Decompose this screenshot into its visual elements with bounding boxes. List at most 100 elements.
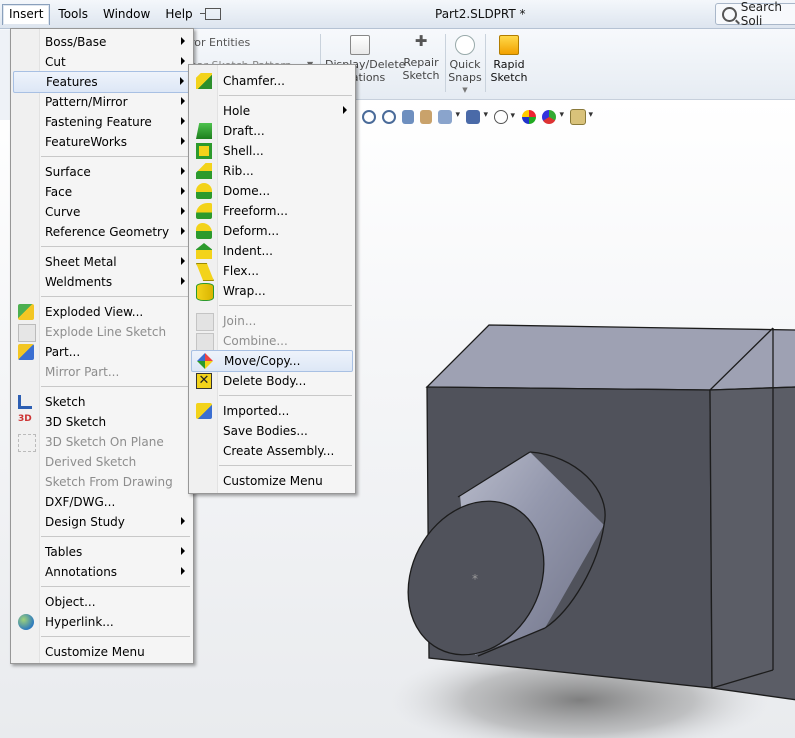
menu-item-save-bodies[interactable]: Save Bodies... — [191, 421, 353, 441]
submenu-arrow-icon — [181, 207, 185, 215]
menu-item-boss-base[interactable]: Boss/Base — [13, 32, 191, 52]
menu-item-curve[interactable]: Curve — [13, 202, 191, 222]
draft-icon — [196, 123, 212, 139]
join-icon — [196, 313, 214, 331]
menu-item-label: 3D Sketch On Plane — [45, 435, 164, 449]
menu-item-draft[interactable]: Draft... — [191, 121, 353, 141]
menu-item-label: Join... — [223, 314, 257, 328]
menu-item-sheet-metal[interactable]: Sheet Metal — [13, 252, 191, 272]
menu-item-sketch[interactable]: Sketch — [13, 392, 191, 412]
menu-item-exploded-view[interactable]: Exploded View... — [13, 302, 191, 322]
menu-item-customize-menu[interactable]: Customize Menu — [191, 471, 353, 491]
menu-item-delete-body[interactable]: ✕ Delete Body... — [191, 371, 353, 391]
menu-item-features[interactable]: Features — [13, 71, 191, 93]
menu-help[interactable]: Help — [158, 4, 199, 24]
menu-tools[interactable]: Tools — [51, 4, 95, 24]
menu-item-dome[interactable]: Dome... — [191, 181, 353, 201]
search-box[interactable]: Search Soli — [715, 0, 795, 28]
combine-icon — [196, 333, 214, 351]
insert-menu: Boss/Base Cut Features Pattern/Mirror Fa… — [10, 28, 194, 664]
menu-item-explode-line-sketch[interactable]: Explode Line Sketch — [13, 322, 191, 342]
menu-item-combine[interactable]: Combine... — [191, 331, 353, 351]
zoom-to-area-icon[interactable] — [382, 110, 396, 124]
menu-item-pattern-mirror[interactable]: Pattern/Mirror — [13, 92, 191, 112]
menu-separator — [219, 305, 352, 306]
menu-window[interactable]: Window — [96, 4, 157, 24]
menu-item-wrap[interactable]: Wrap... — [191, 281, 353, 301]
flex-icon — [196, 263, 214, 281]
view-orientation-icon[interactable] — [438, 110, 460, 124]
hide-show-items-icon[interactable] — [494, 110, 515, 124]
menu-item-indent[interactable]: Indent... — [191, 241, 353, 261]
menu-item-dxf-dwg[interactable]: DXF/DWG... — [13, 492, 191, 512]
section-view-icon[interactable] — [420, 110, 432, 124]
menu-item-face[interactable]: Face — [13, 182, 191, 202]
zoom-to-fit-icon[interactable] — [362, 110, 376, 124]
relations-icon — [350, 35, 370, 55]
menu-item-hole[interactable]: Hole — [191, 101, 353, 121]
pin-icon[interactable] — [199, 8, 221, 20]
menu-item-create-assembly[interactable]: Create Assembly... — [191, 441, 353, 461]
edit-appearance-icon[interactable] — [522, 110, 536, 124]
menu-item-3d-sketch[interactable]: 3D 3D Sketch — [13, 412, 191, 432]
display-style-icon[interactable] — [466, 110, 488, 124]
features-submenu: Chamfer... Hole Draft... Shell... Rib...… — [188, 64, 356, 494]
menu-item-shell[interactable]: Shell... — [191, 141, 353, 161]
menu-item-cut[interactable]: Cut — [13, 52, 191, 72]
menu-item-mirror-part[interactable]: Mirror Part... — [13, 362, 191, 382]
previous-view-icon[interactable] — [402, 110, 414, 124]
menu-item-hyperlink[interactable]: Hyperlink... — [13, 612, 191, 632]
menu-separator — [219, 95, 352, 96]
heads-up-view-toolbar — [362, 108, 593, 126]
menu-item-part[interactable]: Part... — [13, 342, 191, 362]
menu-item-freeform[interactable]: Freeform... — [191, 201, 353, 221]
menu-item-label: Indent... — [223, 244, 273, 258]
menu-item-sketch-from-drawing[interactable]: Sketch From Drawing — [13, 472, 191, 492]
apply-scene-icon[interactable] — [542, 110, 564, 124]
menu-item-design-study[interactable]: Design Study — [13, 512, 191, 532]
origin-marker: * — [472, 572, 478, 586]
menu-item-label: Object... — [45, 595, 96, 609]
menu-item-label: Sheet Metal — [45, 255, 117, 269]
chamfer-icon — [196, 73, 212, 89]
quick-snaps-button[interactable]: Quick Snaps ▼ — [448, 35, 482, 97]
toolbar-separator — [485, 34, 486, 92]
menu-item-label: Exploded View... — [45, 305, 144, 319]
repair-sketch-button[interactable]: ✚ Repair Sketch — [400, 34, 442, 83]
submenu-arrow-icon — [181, 97, 185, 105]
menu-separator — [41, 636, 190, 637]
menu-item-tables[interactable]: Tables — [13, 542, 191, 562]
dropdown-caret-icon[interactable]: ▼ — [448, 84, 482, 97]
globe-icon — [18, 614, 34, 630]
shell-icon — [196, 143, 212, 159]
menu-item-object[interactable]: Object... — [13, 592, 191, 612]
menu-item-rib[interactable]: Rib... — [191, 161, 353, 181]
menu-item-weldments[interactable]: Weldments — [13, 272, 191, 292]
menu-item-label: Customize Menu — [223, 474, 323, 488]
menu-item-label: Surface — [45, 165, 91, 179]
rapid-sketch-button[interactable]: Rapid Sketch — [488, 35, 530, 84]
view-settings-icon[interactable] — [570, 109, 593, 125]
submenu-arrow-icon — [181, 187, 185, 195]
sketch-icon — [18, 395, 32, 409]
menu-item-deform[interactable]: Deform... — [191, 221, 353, 241]
menu-item-flex[interactable]: Flex... — [191, 261, 353, 281]
menu-item-label: 3D Sketch — [45, 415, 107, 429]
menu-item-fastening-feature[interactable]: Fastening Feature — [13, 112, 191, 132]
menu-item-label: Deform... — [223, 224, 280, 238]
menu-item-derived-sketch[interactable]: Derived Sketch — [13, 452, 191, 472]
menu-item-annotations[interactable]: Annotations — [13, 562, 191, 582]
mirror-entities-button[interactable]: ror Entities — [190, 36, 250, 49]
menu-item-imported[interactable]: Imported... — [191, 401, 353, 421]
menu-item-join[interactable]: Join... — [191, 311, 353, 331]
menu-item-chamfer[interactable]: Chamfer... — [191, 71, 353, 91]
menu-item-label: Boss/Base — [45, 35, 107, 49]
menu-insert[interactable]: Insert — [2, 3, 51, 25]
menu-item-3d-sketch-on-plane[interactable]: 3D Sketch On Plane — [13, 432, 191, 452]
menu-item-reference-geometry[interactable]: Reference Geometry — [13, 222, 191, 242]
menu-item-move-copy[interactable]: Move/Copy... — [191, 350, 353, 372]
menu-item-surface[interactable]: Surface — [13, 162, 191, 182]
menu-item-customize-menu[interactable]: Customize Menu — [13, 642, 191, 662]
menu-item-featureworks[interactable]: FeatureWorks — [13, 132, 191, 152]
menu-separator — [41, 246, 190, 247]
